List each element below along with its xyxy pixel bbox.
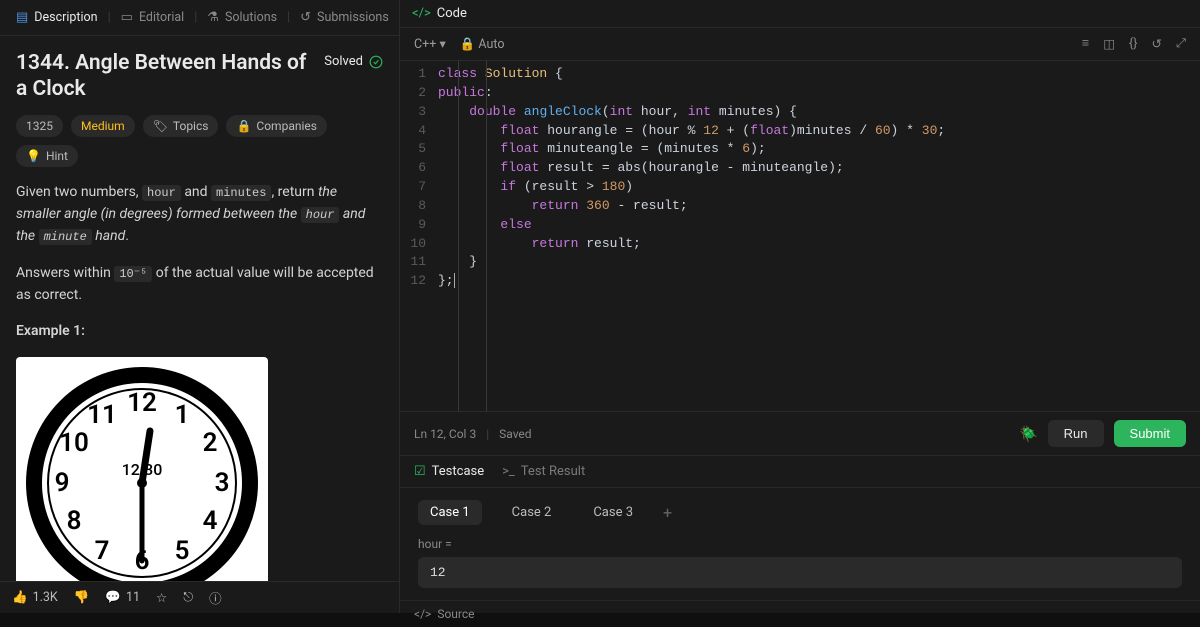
check-circle-icon [369, 55, 383, 69]
separator: | [287, 10, 290, 25]
case-2-tab[interactable]: Case 2 [500, 500, 564, 525]
difficulty-pill: Medium [71, 115, 135, 137]
svg-text:3: 3 [215, 468, 230, 498]
language-dropdown[interactable]: C++ ▾ [414, 36, 446, 52]
run-button[interactable]: Run [1048, 420, 1104, 447]
svg-text:1: 1 [175, 400, 190, 430]
svg-text:7: 7 [95, 536, 110, 566]
separator: | [108, 10, 111, 25]
bookmark-icon[interactable]: ◫ [1103, 36, 1115, 52]
svg-text:10: 10 [59, 428, 89, 458]
separator: | [194, 10, 197, 25]
tab-testcase-label: Testcase [432, 464, 484, 479]
topics-pill[interactable]: 🏷 Topics [143, 115, 219, 137]
reset-icon[interactable]: ↺ [1152, 36, 1162, 52]
format-icon[interactable]: ≡ [1082, 36, 1089, 52]
terminal-icon: >_ [502, 464, 515, 479]
code-editor[interactable]: 1class Solution { 2public: 3 double angl… [400, 61, 1200, 411]
like-count: 1.3K [33, 590, 58, 605]
code-icon: </> [412, 6, 431, 21]
thumbs-down-icon: 👎 [74, 590, 90, 605]
tab-solutions[interactable]: ⚗ Solutions [201, 6, 283, 29]
braces-icon[interactable]: {} [1129, 36, 1137, 52]
svg-text:2: 2 [203, 428, 218, 458]
svg-text:12: 12 [127, 388, 157, 418]
case-3-tab[interactable]: Case 3 [581, 500, 645, 525]
lightbulb-icon: 💡 [26, 149, 41, 163]
tab-test-result-label: Test Result [521, 464, 585, 479]
tab-solutions-label: Solutions [225, 10, 277, 25]
var-input[interactable]: 12 [418, 557, 1182, 588]
tag-icon: 🏷 [153, 119, 168, 133]
companies-pill[interactable]: 🔒 Companies [226, 115, 327, 137]
svg-text:11: 11 [87, 400, 117, 430]
lock-icon: 🔒 [236, 119, 251, 133]
svg-text:9: 9 [55, 468, 70, 498]
thumbs-up-icon: 👍 [12, 590, 28, 605]
save-status: Saved [499, 427, 531, 441]
svg-text:5: 5 [175, 536, 190, 566]
cursor-position: Ln 12, Col 3 [414, 427, 476, 441]
description-para-1: Given two numbers, hour and minutes, ret… [16, 181, 383, 248]
feedback-button[interactable]: ⓘ [209, 588, 222, 607]
document-icon: ▤ [16, 10, 28, 25]
debug-icon[interactable]: 🪲 [1019, 425, 1038, 443]
comments-button[interactable]: 💬 11 [105, 590, 140, 605]
topics-label: Topics [173, 119, 209, 133]
case-1-tab[interactable]: Case 1 [418, 500, 482, 525]
tab-description[interactable]: ▤ Description [10, 6, 104, 29]
code-panel-header: </> Code [400, 0, 1200, 28]
problem-title: 1344. Angle Between Hands of a Clock [16, 50, 314, 103]
var-label: hour = [418, 537, 1182, 551]
svg-text:8: 8 [67, 506, 82, 536]
tab-description-label: Description [34, 10, 97, 25]
solved-badge: Solved [324, 54, 383, 69]
tab-testcase[interactable]: ☑ Testcase [414, 464, 484, 479]
svg-text:4: 4 [203, 506, 218, 536]
history-icon: ↺ [300, 10, 311, 25]
dislike-button[interactable]: 👎 [74, 590, 90, 605]
example-heading: Example 1: [16, 320, 383, 342]
tab-editorial[interactable]: ▭ Editorial [115, 6, 191, 29]
flask-icon: ⚗ [207, 10, 219, 25]
tab-submissions-label: Submissions [317, 10, 389, 25]
separator: | [486, 427, 489, 441]
comment-icon: 💬 [105, 590, 121, 605]
lock-icon: 🔒 [460, 37, 476, 52]
tab-editorial-label: Editorial [139, 10, 184, 25]
like-button[interactable]: 👍 1.3K [12, 590, 58, 605]
code-icon: </> [414, 607, 431, 621]
chevron-down-icon: ▾ [439, 37, 445, 52]
hint-label: Hint [46, 149, 68, 163]
share-button[interactable]: ⎋ [183, 590, 193, 605]
comment-count: 11 [126, 590, 140, 605]
auto-button[interactable]: 🔒 Auto [460, 37, 505, 52]
solved-label: Solved [324, 54, 363, 69]
description-para-2: Answers within 10⁻⁵ of the actual value … [16, 262, 383, 307]
check-square-icon: ☑ [414, 464, 426, 479]
tab-test-result[interactable]: >_ Test Result [502, 464, 585, 479]
submit-button[interactable]: Submit [1114, 420, 1186, 447]
add-case-button[interactable]: + [663, 503, 672, 522]
hint-pill[interactable]: 💡 Hint [16, 145, 78, 167]
tab-submissions[interactable]: ↺ Submissions [294, 6, 395, 29]
example-image: 12 1 2 3 4 5 6 7 8 9 10 11 12:30 [16, 357, 268, 581]
code-panel-title: Code [437, 6, 467, 21]
companies-label: Companies [256, 119, 317, 133]
star-button[interactable]: ☆ [156, 590, 167, 606]
source-button[interactable]: Source [437, 607, 474, 621]
fullscreen-icon[interactable]: ⤢ [1176, 36, 1186, 52]
problem-id-pill[interactable]: 1325 [16, 115, 63, 137]
book-icon: ▭ [121, 10, 133, 25]
